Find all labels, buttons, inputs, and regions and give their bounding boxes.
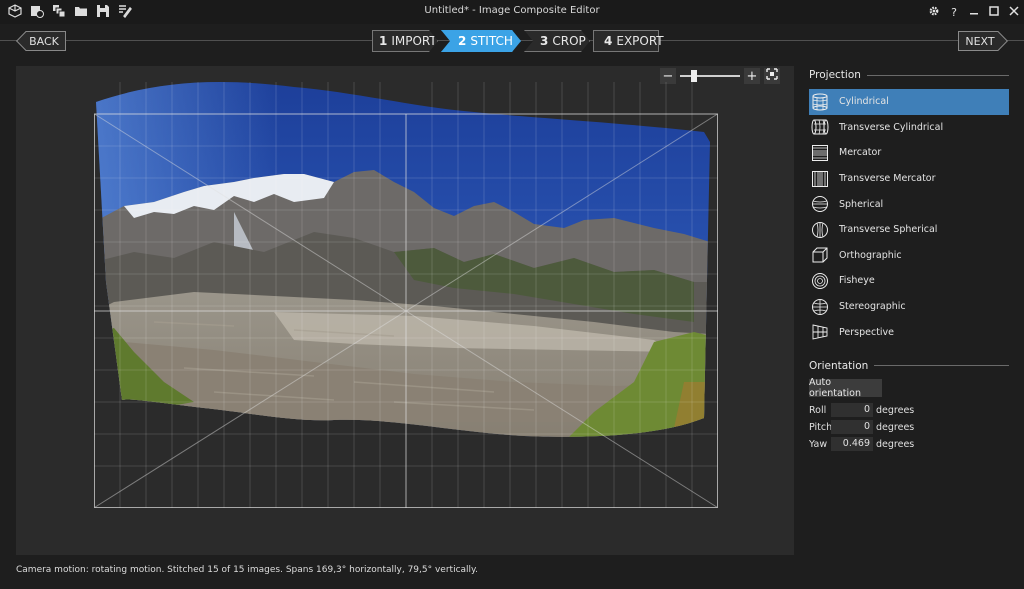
step-label: CROP [552, 34, 586, 48]
stereographic-icon [811, 298, 829, 316]
fit-to-window-icon [766, 68, 778, 84]
projection-label: Mercator [839, 147, 882, 159]
yaw-row: Yaw 0.469 degrees [809, 436, 1009, 453]
projection-label: Spherical [839, 198, 884, 210]
projection-header: Projection [809, 66, 1009, 84]
perspective-icon [811, 323, 829, 341]
pitch-unit: degrees [876, 421, 915, 433]
projection-label: Transverse Mercator [839, 173, 936, 185]
right-panel: Projection Cylindrical Transverse Cylind… [809, 66, 1009, 453]
transverse-mercator-icon [811, 170, 829, 188]
back-button[interactable]: BACK [16, 31, 66, 51]
transverse-spherical-icon [811, 221, 829, 239]
help-button[interactable]: ? [944, 0, 964, 24]
projection-label: Transverse Cylindrical [839, 121, 944, 133]
roll-label: Roll [809, 404, 827, 416]
auto-orientation-button[interactable]: Auto orientation [809, 377, 882, 399]
projection-label: Perspective [839, 326, 895, 338]
projection-label: Orthographic [839, 249, 902, 261]
transverse-cylindrical-icon [811, 118, 829, 136]
roll-row: Roll 0 degrees [809, 402, 1009, 419]
zoom-in-button[interactable]: + [744, 68, 760, 84]
projection-item-transverse-cylindrical[interactable]: Transverse Cylindrical [809, 115, 1009, 141]
step-number: 4 [604, 34, 613, 48]
window-controls: ? [924, 0, 1024, 24]
close-icon [1008, 5, 1020, 20]
projection-label: Transverse Spherical [839, 224, 938, 236]
zoom-slider-track [680, 75, 740, 77]
orientation-params: Roll 0 degrees Pitch 0 degrees Yaw 0.469… [809, 402, 1009, 453]
projection-item-stereographic[interactable]: Stereographic [809, 294, 1009, 320]
tab-crop[interactable]: 3 CROP [524, 30, 590, 52]
roll-unit: degrees [876, 404, 915, 416]
yaw-input[interactable]: 0.469 [831, 437, 873, 452]
workflow-nav: BACK NEXT 1 IMPORT 2 STITCH 3 CROP 4 EXP… [0, 28, 1024, 54]
tab-import[interactable]: 1 IMPORT [372, 30, 438, 52]
projection-item-transverse-spherical[interactable]: Transverse Spherical [809, 217, 1009, 243]
projection-list: Cylindrical Transverse Cylindrical Merca… [809, 89, 1009, 345]
fit-to-window-button[interactable] [764, 68, 780, 84]
step-label: STITCH [470, 34, 513, 48]
pitch-label: Pitch [809, 421, 833, 433]
cylindrical-icon [811, 93, 829, 111]
projection-item-spherical[interactable]: Spherical [809, 191, 1009, 217]
tab-stitch[interactable]: 2 STITCH [441, 30, 521, 52]
close-button[interactable] [1004, 0, 1024, 24]
orthographic-icon [811, 246, 829, 264]
window-title: Untitled* - Image Composite Editor [424, 5, 600, 16]
tab-export[interactable]: 4 EXPORT [593, 30, 664, 52]
projection-item-fisheye[interactable]: Fisheye [809, 268, 1009, 294]
panorama-preview[interactable] [94, 82, 718, 508]
step-label: IMPORT [391, 34, 437, 48]
projection-label: Fisheye [839, 275, 875, 287]
settings-button[interactable] [924, 0, 944, 24]
maximize-icon [988, 5, 1000, 20]
pitch-input[interactable]: 0 [831, 420, 873, 435]
section-rule [874, 365, 1009, 367]
projection-label: Stereographic [839, 301, 906, 313]
status-text: Camera motion: rotating motion. Stitched… [16, 565, 478, 575]
step-label: EXPORT [616, 34, 664, 48]
orientation-section: Orientation Auto orientation Roll 0 degr… [809, 357, 1009, 453]
spherical-icon [811, 195, 829, 213]
orientation-title: Orientation [809, 359, 869, 372]
orientation-header: Orientation [809, 357, 1009, 375]
projection-item-transverse-mercator[interactable]: Transverse Mercator [809, 166, 1009, 192]
minimize-button[interactable] [964, 0, 984, 24]
roll-input[interactable]: 0 [831, 403, 873, 418]
title-bar: Untitled* - Image Composite Editor ? [0, 0, 1024, 24]
projection-item-perspective[interactable]: Perspective [809, 319, 1009, 345]
gear-icon [928, 5, 940, 20]
step-number: 3 [540, 34, 549, 48]
minimize-icon [968, 5, 980, 20]
zoom-slider-thumb[interactable] [691, 70, 697, 82]
crop-frame [94, 113, 718, 508]
fisheye-icon [811, 272, 829, 290]
maximize-button[interactable] [984, 0, 1004, 24]
yaw-label: Yaw [809, 438, 828, 450]
step-number: 1 [379, 34, 388, 48]
yaw-unit: degrees [876, 438, 915, 450]
step-tabs: 1 IMPORT 2 STITCH 3 CROP 4 EXPORT [372, 30, 664, 52]
next-button[interactable]: NEXT [958, 31, 1008, 51]
pitch-row: Pitch 0 degrees [809, 419, 1009, 436]
section-rule [866, 74, 1009, 76]
projection-item-orthographic[interactable]: Orthographic [809, 243, 1009, 269]
projection-item-cylindrical[interactable]: Cylindrical [809, 89, 1009, 115]
projection-title: Projection [809, 69, 861, 81]
projection-item-mercator[interactable]: Mercator [809, 140, 1009, 166]
step-number: 2 [458, 34, 467, 48]
mercator-icon [811, 144, 829, 162]
projection-label: Cylindrical [839, 96, 889, 108]
